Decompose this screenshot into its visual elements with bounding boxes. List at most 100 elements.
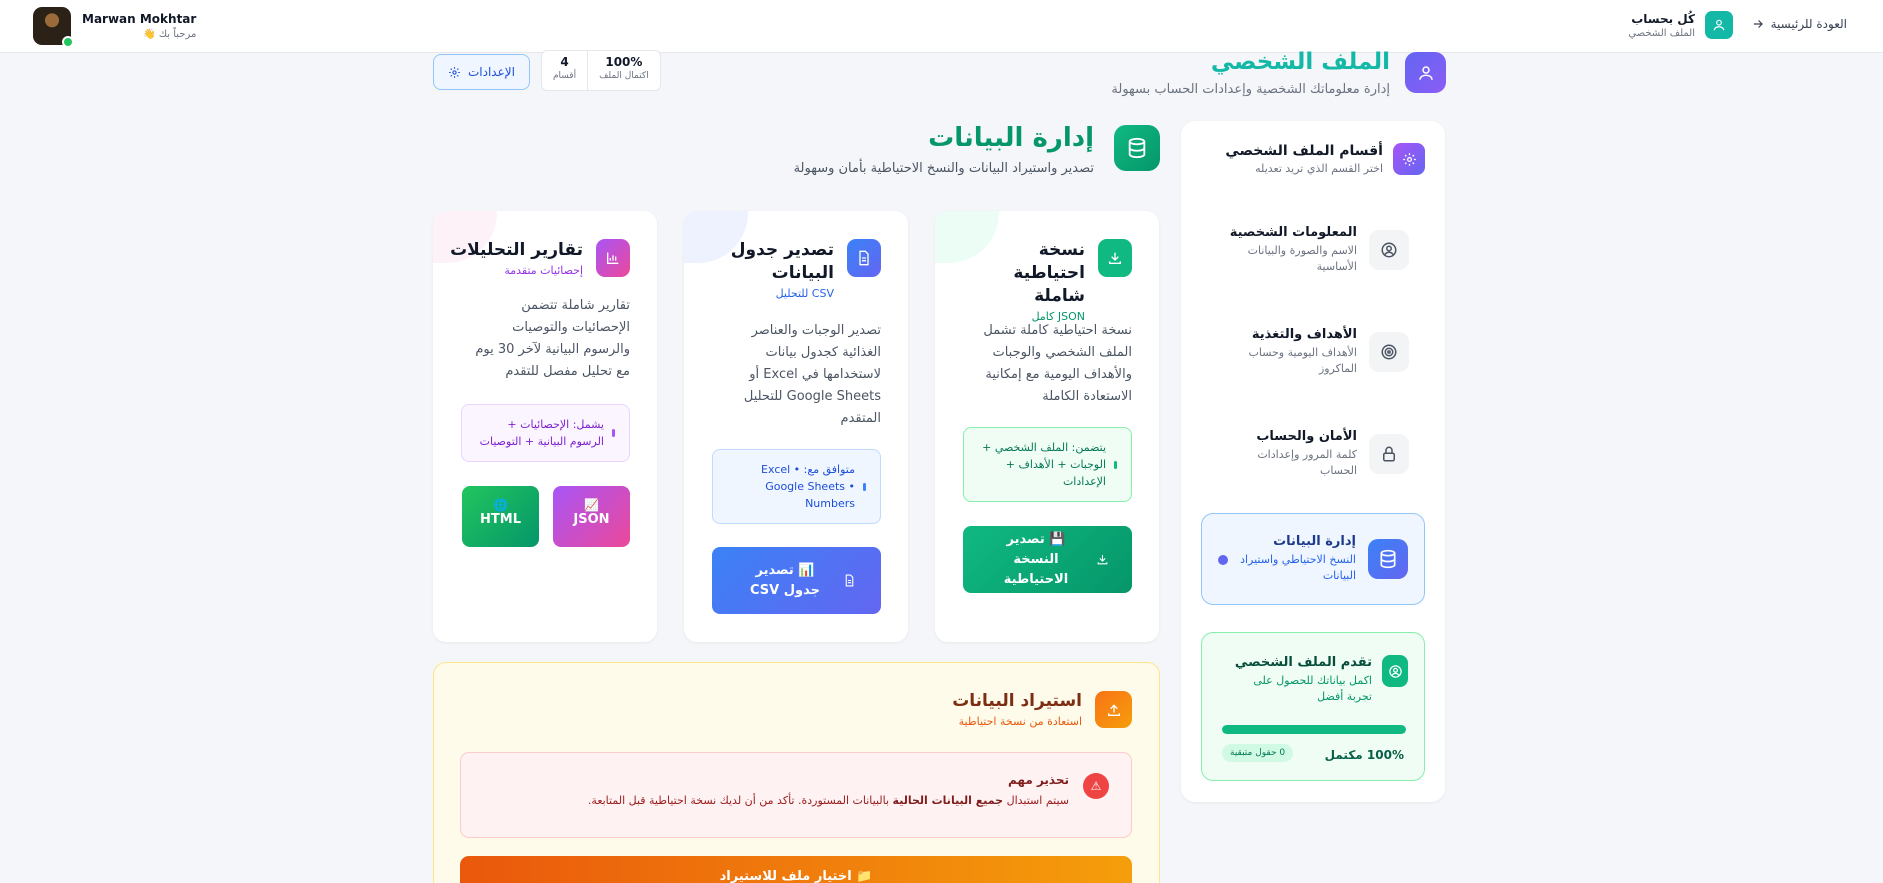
stat-sections: 4 أقسام xyxy=(542,51,587,90)
progress-title: تقدم الملف الشخصي xyxy=(1234,655,1372,670)
online-status-indicator xyxy=(62,36,74,48)
warning-title: تحذير مهم xyxy=(1008,773,1069,787)
sidebar-item-personal-info[interactable]: المعلومات الشخصية الاسم والصورة والبيانا… xyxy=(1201,204,1425,296)
card-tag: إحصائيات متقدمة xyxy=(504,264,583,277)
user-name: Marwan Mokhtar xyxy=(82,12,197,26)
page-header: الملف الشخصي إدارة معلوماتك الشخصية وإعد… xyxy=(1111,49,1446,97)
page-title: الملف الشخصي xyxy=(1210,49,1390,75)
card-title: نسخة احتياطية شاملة xyxy=(1013,240,1085,306)
import-subtitle: استعادة من نسخة احتياطية xyxy=(958,715,1082,728)
database-icon xyxy=(1368,539,1408,579)
sidebar-item-title: الأهداف والتغذية xyxy=(1251,327,1357,342)
progress-percent: 100% مكتمل xyxy=(1324,748,1404,762)
brand-title: كُل بحساب xyxy=(1631,11,1695,26)
card-description: نسخة احتياطية كاملة تشمل الملف الشخصي وا… xyxy=(983,323,1132,404)
note-bar xyxy=(612,429,615,437)
stat-value: 100% xyxy=(605,55,643,69)
card-note: يشمل: الإحصائيات + الرسوم البيانية + الت… xyxy=(461,404,630,462)
card-description: تقارير شاملة تتضمن الإحصائيات والتوصيات … xyxy=(475,298,630,379)
button-label: 📊 تصدير جدول CSV xyxy=(750,562,820,598)
warning-text-bold: جميع البيانات الحالية xyxy=(892,794,1004,807)
back-to-home-link[interactable]: العودة للرئيسية xyxy=(1751,17,1847,31)
gear-icon xyxy=(1393,143,1425,175)
settings-label: الإعدادات xyxy=(468,65,515,79)
csv-export-card: تصدير جدول البيانات CSV للتحليل تصدير ال… xyxy=(684,211,908,642)
card-note: متوافق مع: Excel • Google Sheets • Numbe… xyxy=(712,449,881,524)
sidebar-item-security[interactable]: الأمان والحساب كلمة المرور وإعدادات الحس… xyxy=(1201,408,1425,500)
warning-box: ⚠ تحذير مهم سيتم استبدال جميع البيانات ا… xyxy=(460,752,1132,838)
section-title: إدارة البيانات xyxy=(928,123,1094,153)
profile-sections-sidebar: أقسام الملف الشخصي اختر القسم الذي تريد … xyxy=(1181,121,1445,802)
stat-label: أقسام xyxy=(552,71,577,81)
user-block[interactable]: Marwan Mokhtar مرحباً بك 👋 xyxy=(33,7,197,48)
download-icon xyxy=(1098,239,1132,277)
sidebar-item-title: المعلومات الشخصية xyxy=(1229,225,1357,240)
card-note: يتضمن: الملف الشخصي + الوجبات + الأهداف … xyxy=(963,427,1132,502)
avatar[interactable] xyxy=(33,7,74,48)
stats-box: 4 أقسام 100% اكتمال الملف xyxy=(540,50,661,91)
lock-icon xyxy=(1369,434,1409,474)
back-label: العودة للرئيسية xyxy=(1770,17,1847,31)
sidebar-item-title: إدارة البيانات xyxy=(1273,534,1356,549)
user-icon xyxy=(1405,52,1446,93)
button-label: HTML xyxy=(480,512,521,527)
target-icon xyxy=(1369,332,1409,372)
sidebar-title: أقسام الملف الشخصي xyxy=(1225,143,1383,159)
note-text: يشمل: الإحصائيات + الرسوم البيانية + الت… xyxy=(479,418,604,448)
sidebar-item-title: الأمان والحساب xyxy=(1256,429,1357,444)
globe-icon: 🌐 xyxy=(493,498,508,512)
button-label: 💾 تصدير النسخة الاحتياطية xyxy=(1003,531,1069,587)
user-greeting: مرحباً بك 👋 xyxy=(143,29,197,40)
progress-desc: اكمل بياناتك للحصول على تجربة أفضل xyxy=(1253,674,1372,703)
import-data-card: استيراد البيانات استعادة من نسخة احتياطي… xyxy=(433,662,1160,883)
settings-button[interactable]: الإعدادات xyxy=(433,54,530,90)
user-icon xyxy=(1705,11,1733,39)
upload-icon xyxy=(1095,691,1132,728)
note-bar xyxy=(1114,460,1117,469)
note-text: متوافق مع: Excel • Google Sheets • Numbe… xyxy=(761,463,855,510)
brand-subtitle: الملف الشخصي xyxy=(1628,27,1695,39)
sidebar-item-goals-nutrition[interactable]: الأهداف والتغذية الأهداف اليومية وحساب ا… xyxy=(1201,306,1425,398)
remaining-fields-chip: 0 حقول متبقية xyxy=(1222,744,1294,762)
sidebar-subtitle: اختر القسم الذي تريد تعديله xyxy=(1255,162,1383,175)
stat-value: 4 xyxy=(560,55,569,69)
top-bar: Marwan Mokhtar مرحباً بك 👋 كُل بحساب الم… xyxy=(0,0,1883,53)
card-title: تصدير جدول البيانات xyxy=(730,240,834,283)
arrow-right-icon xyxy=(1753,20,1763,28)
button-label: JSON xyxy=(573,512,610,527)
page-subtitle: إدارة معلوماتك الشخصية وإعدادات الحساب ب… xyxy=(1111,82,1390,97)
export-backup-button[interactable]: 💾 تصدير النسخة الاحتياطية xyxy=(963,526,1132,593)
choose-import-file-button[interactable]: 📁 اختيار ملف للاستيراد xyxy=(460,856,1132,883)
card-title: تقارير التحليلات xyxy=(450,240,583,260)
export-json-report-button[interactable]: 📈 JSON xyxy=(553,486,630,547)
header-stats: الإعدادات 4 أقسام 100% اكتمال الملف xyxy=(433,50,661,91)
card-tag: CSV للتحليل xyxy=(775,287,834,300)
brand[interactable]: كُل بحساب الملف الشخصي xyxy=(1628,11,1733,39)
warning-text-post: بالبيانات المستوردة. تأكد من أن لديك نسخ… xyxy=(587,794,893,807)
progress-bar-fill xyxy=(1222,725,1406,734)
database-icon xyxy=(1114,125,1160,171)
chart-icon: 📈 xyxy=(584,498,599,512)
sidebar-item-desc: النسخ الاحتياطي واستيراد البيانات xyxy=(1240,553,1356,582)
sidebar-item-desc: كلمة المرور وإعدادات الحساب xyxy=(1257,448,1357,477)
export-html-report-button[interactable]: 🌐 HTML xyxy=(462,486,539,547)
button-label: 📁 اختيار ملف للاستيراد xyxy=(719,869,873,883)
bar-chart-icon xyxy=(596,239,630,277)
sidebar-header: أقسام الملف الشخصي اختر القسم الذي تريد … xyxy=(1225,143,1425,175)
card-description: تصدير الوجبات والعناصر الغذائية كجدول بي… xyxy=(743,323,881,426)
section-subtitle: تصدير واستيراد البيانات والنسخ الاحتياطي… xyxy=(793,161,1094,176)
user-circle-icon xyxy=(1369,230,1409,270)
gear-icon xyxy=(449,66,460,78)
warning-icon: ⚠ xyxy=(1083,773,1109,799)
download-icon xyxy=(1097,555,1108,565)
warning-text-pre: سيتم استبدال xyxy=(1003,794,1069,807)
import-title: استيراد البيانات xyxy=(952,691,1082,711)
sidebar-item-data-management[interactable]: إدارة البيانات النسخ الاحتياطي واستيراد … xyxy=(1201,513,1425,605)
backup-card: نسخة احتياطية شاملة JSON كامل نسخة احتيا… xyxy=(935,211,1159,642)
active-indicator xyxy=(1218,555,1228,565)
profile-progress-card: تقدم الملف الشخصي اكمل بياناتك للحصول عل… xyxy=(1201,632,1425,781)
document-icon xyxy=(845,574,853,587)
export-csv-button[interactable]: 📊 تصدير جدول CSV xyxy=(712,547,881,614)
stat-label: اكتمال الملف xyxy=(599,71,649,81)
warning-text: سيتم استبدال جميع البيانات الحالية بالبي… xyxy=(588,794,1069,807)
